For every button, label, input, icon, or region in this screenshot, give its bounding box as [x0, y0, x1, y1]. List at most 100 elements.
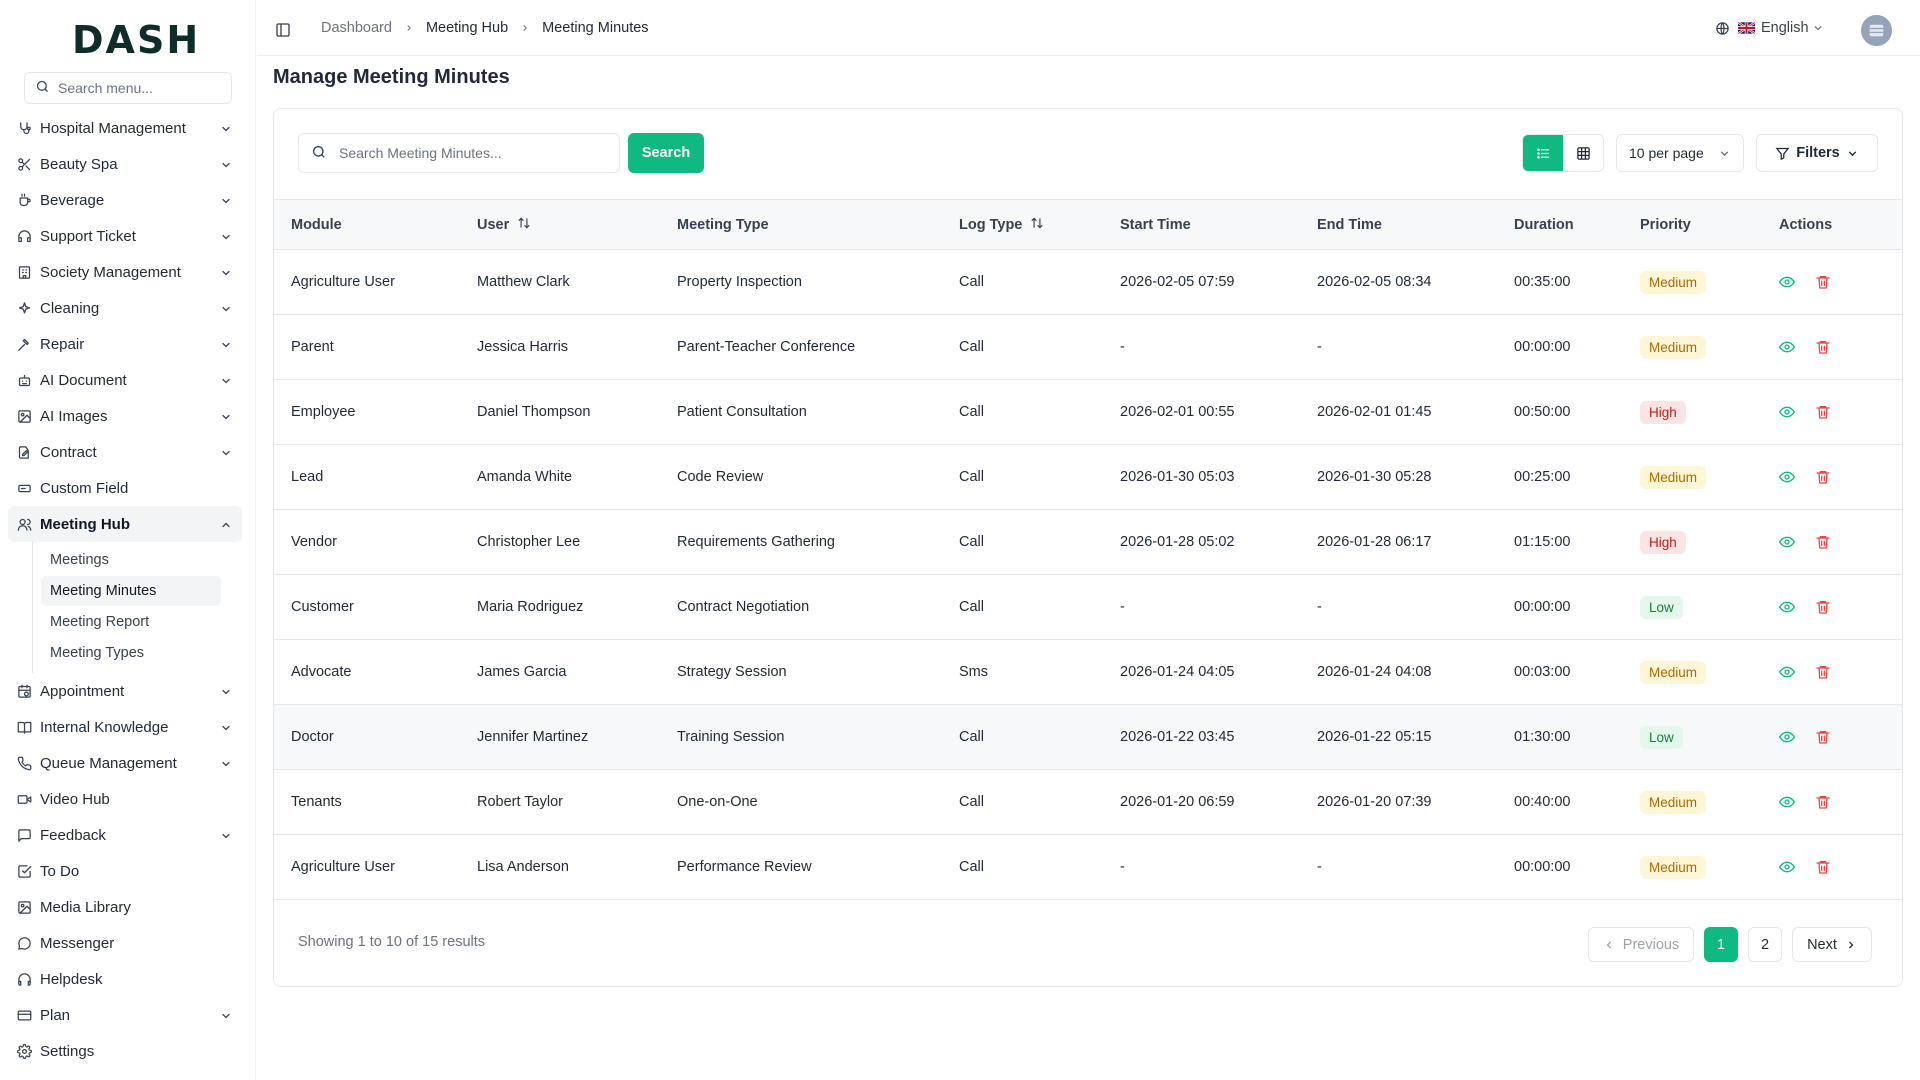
view-eye-icon[interactable]	[1779, 664, 1795, 680]
col-user[interactable]: User	[460, 200, 660, 250]
sidebar-item-meeting-hub[interactable]: Meeting Hub	[8, 506, 242, 542]
view-toggle	[1522, 134, 1604, 172]
cell-duration: 01:30:00	[1514, 729, 1571, 745]
sidebar-item-label: Cleaning	[40, 299, 100, 317]
sidebar-item-beauty-spa[interactable]: Beauty Spa	[8, 146, 242, 182]
col-log-type[interactable]: Log Type	[942, 200, 1103, 250]
cell-actions	[1762, 250, 1902, 315]
sidebar-item-society-management[interactable]: Society Management	[8, 254, 242, 290]
sidebar-item-label: Internal Knowledge	[40, 718, 169, 736]
sidebar-item-custom-field[interactable]: Custom Field	[8, 470, 242, 506]
sidebar-item-internal-knowledge[interactable]: Internal Knowledge	[8, 709, 242, 745]
view-eye-icon[interactable]	[1779, 404, 1795, 420]
sidebar-item-beverage[interactable]: Beverage	[8, 182, 242, 218]
delete-trash-icon[interactable]	[1815, 404, 1831, 420]
sidebar-item-helpdesk[interactable]: Helpdesk	[8, 961, 242, 997]
breadcrumb-meeting-hub[interactable]: Meeting Hub	[426, 20, 508, 36]
menu-search-input[interactable]	[58, 80, 218, 96]
cell-module: Employee	[291, 404, 356, 420]
view-eye-icon[interactable]	[1779, 534, 1795, 550]
list-view-button[interactable]	[1523, 135, 1563, 171]
page-2-button[interactable]: 2	[1748, 927, 1782, 962]
sidebar-item-cleaning[interactable]: Cleaning	[8, 290, 242, 326]
delete-trash-icon[interactable]	[1815, 469, 1831, 485]
sidebar-subitem-meeting-report[interactable]: Meeting Report	[41, 607, 221, 637]
sidebar-item-plan[interactable]: Plan	[8, 997, 242, 1033]
sidebar-item-video-hub[interactable]: Video Hub	[8, 781, 242, 817]
view-eye-icon[interactable]	[1779, 729, 1795, 745]
file-signature-icon	[16, 444, 32, 460]
top-header: Dashboard Meeting Hub Meeting Minutes En…	[257, 0, 1920, 56]
delete-trash-icon[interactable]	[1815, 859, 1831, 875]
cell-duration: 01:15:00	[1514, 534, 1571, 550]
delete-trash-icon[interactable]	[1815, 794, 1831, 810]
sort-icon[interactable]	[517, 216, 531, 234]
delete-trash-icon[interactable]	[1815, 664, 1831, 680]
view-eye-icon[interactable]	[1779, 599, 1795, 615]
sidebar-item-support-ticket[interactable]: Support Ticket	[8, 218, 242, 254]
cell-meeting-type: Property Inspection	[677, 274, 802, 290]
sidebar-subitem-meeting-minutes[interactable]: Meeting Minutes	[41, 576, 221, 606]
delete-trash-icon[interactable]	[1815, 729, 1831, 745]
sidebar-subitem-meeting-types[interactable]: Meeting Types	[41, 638, 221, 668]
sidebar-item-queue-management[interactable]: Queue Management	[8, 745, 242, 781]
delete-trash-icon[interactable]	[1815, 534, 1831, 550]
chevron-down-icon	[220, 410, 232, 422]
sidebar-item-repair[interactable]: Repair	[8, 326, 242, 362]
minutes-search-box[interactable]	[298, 133, 620, 173]
view-eye-icon[interactable]	[1779, 274, 1795, 290]
cell-actions	[1762, 445, 1902, 510]
chevron-down-icon	[220, 230, 232, 242]
sidebar-item-appointment[interactable]: Appointment	[8, 673, 242, 709]
sidebar-item-messenger[interactable]: Messenger	[8, 925, 242, 961]
minutes-search-input[interactable]	[339, 145, 609, 161]
filters-button[interactable]: Filters	[1756, 134, 1878, 172]
cell-log-type: Call	[959, 339, 984, 355]
breadcrumb-dashboard[interactable]: Dashboard	[321, 20, 392, 36]
cell-module: Advocate	[291, 664, 352, 680]
view-eye-icon[interactable]	[1779, 469, 1795, 485]
sort-icon[interactable]	[1030, 216, 1044, 234]
previous-page-button[interactable]: Previous	[1588, 927, 1694, 962]
page-1-button[interactable]: 1	[1704, 927, 1738, 962]
cell-user: Matthew Clark	[477, 274, 570, 290]
sidebar-item-ai-images[interactable]: AI Images	[8, 398, 242, 434]
grid-view-button[interactable]	[1563, 135, 1603, 171]
cell-log-type: Call	[959, 534, 984, 550]
next-page-button[interactable]: Next	[1792, 927, 1872, 962]
table-row: Employee Daniel Thompson Patient Consultat…	[274, 380, 1902, 445]
cell-user: Jessica Harris	[477, 339, 569, 355]
dash-logo[interactable]: DASH	[72, 18, 200, 62]
view-eye-icon[interactable]	[1779, 339, 1795, 355]
sidebar-item-label: Contract	[40, 443, 97, 461]
search-button[interactable]: Search	[628, 133, 704, 173]
delete-trash-icon[interactable]	[1815, 339, 1831, 355]
delete-trash-icon[interactable]	[1815, 599, 1831, 615]
user-avatar[interactable]	[1861, 15, 1892, 46]
sidebar-toggle-icon[interactable]	[275, 22, 291, 38]
cell-start: 2026-01-30 05:03	[1120, 469, 1235, 485]
cell-log-type: Call	[959, 794, 984, 810]
chevron-down-icon	[220, 302, 232, 314]
sidebar-item-to-do[interactable]: To Do	[8, 853, 242, 889]
sidebar-subitem-meetings[interactable]: Meetings	[41, 545, 221, 575]
cell-start: -	[1120, 599, 1125, 615]
delete-trash-icon[interactable]	[1815, 274, 1831, 290]
sidebar-item-label: AI Document	[40, 371, 127, 389]
pagination: Previous 1 2 Next	[1588, 927, 1872, 962]
sidebar-item-feedback[interactable]: Feedback	[8, 817, 242, 853]
language-selector[interactable]: English	[1715, 20, 1824, 36]
col-end-time: End Time	[1317, 216, 1382, 233]
cell-meeting-type: Contract Negotiation	[677, 599, 810, 615]
sidebar-item-hospital-management[interactable]: Hospital Management	[8, 110, 242, 146]
cell-priority: Low	[1623, 705, 1762, 770]
sidebar-item-ai-document[interactable]: AI Document	[8, 362, 242, 398]
sidebar-item-settings[interactable]: Settings	[8, 1033, 242, 1069]
sidebar-item-media-library[interactable]: Media Library	[8, 889, 242, 925]
menu-search-box[interactable]	[24, 72, 232, 104]
view-eye-icon[interactable]	[1779, 859, 1795, 875]
cell-meeting-type: One-on-One	[677, 794, 758, 810]
view-eye-icon[interactable]	[1779, 794, 1795, 810]
per-page-select[interactable]: 10 per page	[1616, 134, 1744, 172]
sidebar-item-contract[interactable]: Contract	[8, 434, 242, 470]
